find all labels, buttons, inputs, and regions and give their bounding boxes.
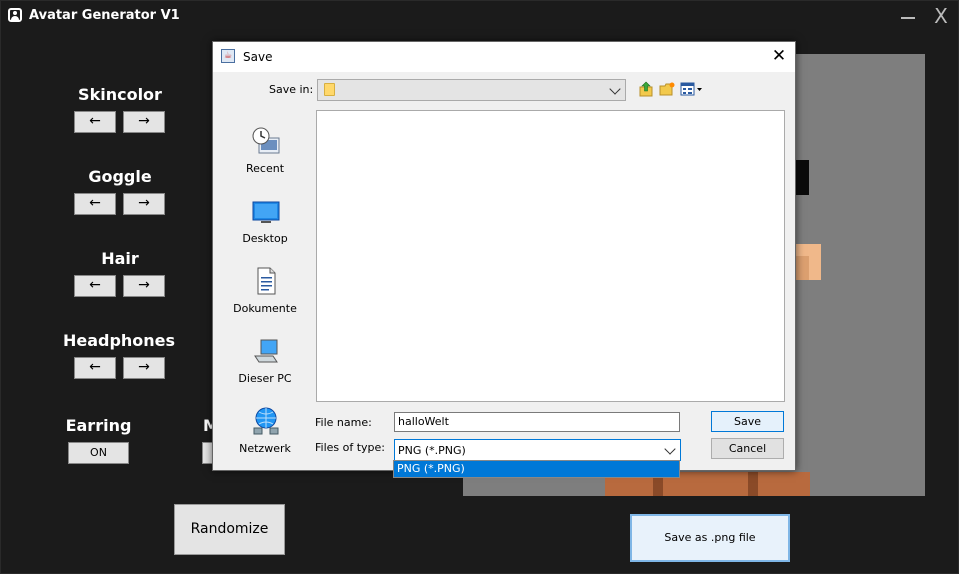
save-button[interactable]: Save	[711, 411, 784, 432]
headphones-label: Headphones	[62, 331, 176, 350]
dialog-title: Save	[243, 50, 273, 64]
cancel-button[interactable]: Cancel	[711, 438, 784, 459]
close-button[interactable]: X	[931, 4, 951, 28]
hair-prev-button[interactable]: ←	[74, 275, 116, 297]
place-recent[interactable]: Recent	[226, 122, 304, 182]
file-name-label: File name:	[315, 416, 372, 429]
hair-label: Hair	[101, 249, 139, 268]
place-label: Recent	[245, 162, 285, 175]
hair-next-button[interactable]: →	[123, 275, 165, 297]
network-icon	[253, 407, 279, 435]
up-folder-icon[interactable]	[638, 81, 654, 97]
recent-icon	[252, 127, 280, 154]
place-label: Dokumente	[233, 302, 297, 315]
save-png-button[interactable]: Save as .png file	[630, 514, 790, 562]
documents-icon	[257, 267, 276, 295]
file-name-field[interactable]: halloWelt	[394, 412, 680, 432]
files-of-type-dropdown: PNG (*.PNG)	[393, 460, 680, 478]
goggle-next-button[interactable]: →	[123, 193, 165, 215]
computer-icon	[254, 339, 278, 363]
skincolor-next-button[interactable]: →	[123, 111, 165, 133]
dropdown-option-png[interactable]: PNG (*.PNG)	[394, 461, 679, 477]
randomize-button[interactable]: Randomize	[174, 504, 285, 555]
skincolor-prev-button[interactable]: ←	[74, 111, 116, 133]
goggle-prev-button[interactable]: ←	[74, 193, 116, 215]
place-this-pc[interactable]: Dieser PC	[226, 332, 304, 392]
minimize-button[interactable]	[901, 17, 915, 19]
desktop-icon	[252, 201, 280, 223]
chevron-down-icon	[664, 443, 676, 455]
places-bar: Recent Desktop Dokumente Dieser PC Netzw…	[226, 112, 306, 462]
files-of-type-label: Files of type:	[315, 441, 386, 454]
files-of-type-combo[interactable]: PNG (*.PNG)	[394, 439, 681, 461]
chevron-down-icon	[609, 83, 621, 95]
window-title: Avatar Generator V1	[29, 8, 180, 23]
view-menu-icon[interactable]	[680, 81, 704, 97]
save-dialog: ☕ Save ✕ Save in: Recent Desktop Dokumen…	[212, 41, 796, 471]
earring-toggle-button[interactable]: ON	[68, 442, 129, 464]
preview-pixel-shirt-line2	[748, 472, 758, 496]
avatar-icon	[8, 8, 22, 22]
save-in-label: Save in:	[269, 83, 314, 96]
place-label: Dieser PC	[238, 372, 292, 385]
place-label: Netzwerk	[239, 442, 291, 455]
files-of-type-value: PNG (*.PNG)	[398, 444, 466, 457]
dialog-close-button[interactable]: ✕	[769, 46, 789, 66]
preview-pixel-black	[796, 160, 809, 195]
headphones-next-button[interactable]: →	[123, 357, 165, 379]
new-folder-icon[interactable]	[659, 81, 675, 97]
folder-icon	[324, 83, 335, 96]
place-network[interactable]: Netzwerk	[226, 402, 304, 462]
save-in-combo[interactable]	[317, 79, 626, 101]
place-desktop[interactable]: Desktop	[226, 192, 304, 252]
file-list[interactable]	[316, 110, 785, 402]
dialog-title-bar: ☕ Save ✕	[213, 42, 795, 72]
java-icon: ☕	[221, 49, 235, 63]
earring-label: Earring	[65, 416, 132, 435]
title-bar: Avatar Generator V1 X	[1, 1, 958, 31]
place-label: Desktop	[242, 232, 288, 245]
headphones-prev-button[interactable]: ←	[74, 357, 116, 379]
skincolor-label: Skincolor	[78, 85, 162, 104]
place-documents[interactable]: Dokumente	[226, 262, 304, 322]
goggle-label: Goggle	[88, 167, 152, 186]
preview-pixel-skin-shade	[796, 256, 809, 280]
